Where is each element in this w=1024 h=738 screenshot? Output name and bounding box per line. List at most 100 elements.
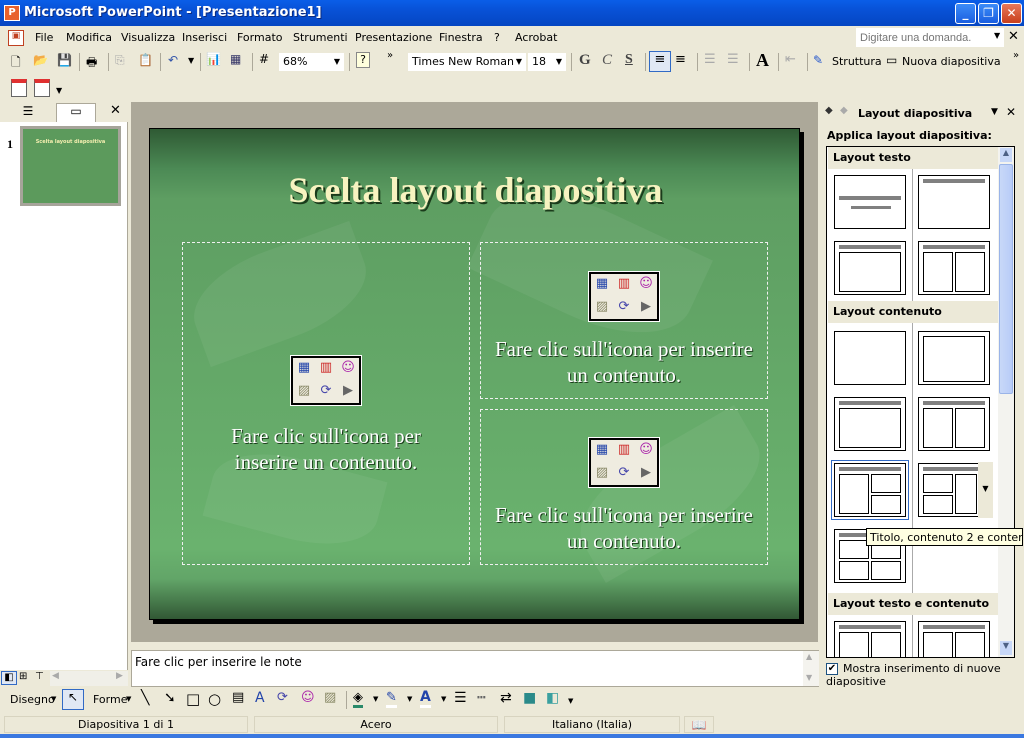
menu-acrobat[interactable]: Acrobat	[515, 31, 557, 44]
menu-inserisci[interactable]: Inserisci	[182, 31, 227, 44]
picture-icon[interactable]: ▨	[593, 465, 611, 481]
copy-icon[interactable]: ⎘	[115, 53, 125, 68]
notes-pane[interactable]: Fare clic per inserire le note	[131, 650, 819, 687]
clipart-tool-icon[interactable]: ☺	[301, 690, 315, 705]
layout-title-two-content[interactable]	[916, 395, 992, 453]
layout-title-two-text[interactable]	[916, 239, 992, 297]
menu-modifica[interactable]: Modifica	[66, 31, 112, 44]
line-style-icon[interactable]: ☰	[454, 690, 467, 706]
layout-title-2-content-content[interactable]: ▼	[916, 461, 993, 519]
wordart-tool-icon[interactable]: A	[255, 690, 265, 706]
dash-style-icon[interactable]: ┅	[477, 690, 485, 706]
content-placeholder-top-right[interactable]: ▦ ▥ ☺ ▨ ⟳ ▶ Fare clic sull'icona per ins…	[480, 242, 768, 399]
layout-title-content-text[interactable]	[916, 619, 992, 657]
checkbox[interactable]: ✔	[826, 663, 838, 675]
increase-font-icon[interactable]: A	[756, 50, 769, 71]
align-center-button[interactable]: ≡	[675, 52, 686, 67]
content-placeholder-bottom-right[interactable]: ▦ ▥ ☺ ▨ ⟳ ▶ Fare clic sull'icona per ins…	[480, 409, 768, 565]
arrow-style-icon[interactable]: ⇄	[500, 690, 512, 706]
zoom-combo[interactable]: 68% ▼	[279, 53, 344, 71]
table-icon[interactable]: ▦	[295, 360, 313, 376]
diagram-icon[interactable]: ⟳	[615, 465, 633, 481]
scroll-up-icon[interactable]: ▲	[1000, 148, 1012, 162]
design-button[interactable]: Struttura	[832, 55, 882, 68]
media-icon[interactable]: ▶	[637, 465, 655, 481]
scroll-up-icon[interactable]: ▲	[806, 652, 812, 661]
textbox-tool-icon[interactable]: ▤	[232, 690, 244, 705]
arrow-tool-icon[interactable]: ➘	[164, 690, 176, 706]
layout-title-content-2-content[interactable]	[832, 461, 908, 519]
scroll-down-icon[interactable]: ▼	[1000, 641, 1012, 655]
grid-icon[interactable]: #	[259, 52, 269, 66]
chevron-down-icon[interactable]: ▼	[56, 86, 62, 95]
autoshapes-menu-button[interactable]: Forme	[93, 693, 127, 706]
chevron-down-icon[interactable]: ▼	[407, 695, 412, 703]
clipart-icon[interactable]: ☺	[637, 442, 655, 458]
align-left-button[interactable]: ≡	[649, 51, 671, 72]
content-placeholder-left[interactable]: ▦ ▥ ☺ ▨ ⟳ ▶ Fare clic sull'icona per ins…	[182, 242, 470, 565]
print-icon[interactable]: 🖶	[86, 53, 97, 74]
undo-dropdown-icon[interactable]: ▼	[188, 56, 194, 65]
open-icon[interactable]: 📂	[33, 53, 48, 67]
normal-view-button[interactable]: ◧	[1, 671, 17, 685]
scroll-down-icon[interactable]: ▼	[806, 673, 812, 682]
ask-question-input[interactable]	[856, 28, 1004, 47]
new-icon[interactable]: 🗋	[11, 53, 21, 74]
table-icon[interactable]: ▦	[593, 442, 611, 458]
scrollbar-thumb[interactable]	[999, 164, 1013, 394]
3d-style-icon[interactable]: ◧	[546, 690, 559, 706]
layout-blank[interactable]	[832, 329, 908, 387]
task-pane-menu-icon[interactable]: ▼	[991, 107, 998, 117]
layout-title-text-content[interactable]	[832, 619, 908, 657]
media-icon[interactable]: ▶	[339, 383, 357, 399]
picture-icon[interactable]: ▨	[295, 383, 313, 399]
picture-tool-icon[interactable]: ▨	[324, 690, 336, 705]
font-name-combo[interactable]: Times New Roman ▼	[408, 53, 526, 71]
clipart-icon[interactable]: ☺	[637, 276, 655, 292]
chart-icon[interactable]: ▥	[317, 360, 335, 376]
layout-title-text[interactable]	[832, 239, 908, 297]
menu-presentazione[interactable]: Presentazione	[355, 31, 432, 44]
line-color-icon[interactable]: ✎	[386, 690, 397, 708]
chart-icon[interactable]: ▥	[615, 276, 633, 292]
shadow-style-icon[interactable]: ■	[523, 690, 536, 706]
design-icon[interactable]: ✎	[813, 53, 823, 67]
layout-content[interactable]	[916, 329, 992, 387]
numbering-icon[interactable]: ☰	[704, 52, 716, 67]
create-pdf-email-icon[interactable]	[34, 79, 50, 97]
insert-chart-icon[interactable]: 📊	[206, 52, 221, 66]
chart-icon[interactable]: ▥	[615, 442, 633, 458]
forward-arrow-icon[interactable]: ◆	[840, 105, 848, 116]
diagram-tool-icon[interactable]: ⟳	[277, 690, 288, 705]
save-icon[interactable]: 💾	[57, 53, 72, 67]
menu-help[interactable]: ?	[494, 31, 500, 44]
layout-title-slide[interactable]	[832, 173, 908, 231]
toolbar-options-icon[interactable]: »	[387, 50, 393, 61]
menu-finestra[interactable]: Finestra	[439, 31, 483, 44]
fill-color-icon[interactable]: ◈	[353, 690, 363, 708]
menu-formato[interactable]: Formato	[237, 31, 283, 44]
chevron-down-icon[interactable]: ▼	[331, 54, 343, 70]
slide-title[interactable]: Scelta layout diapositiva	[150, 169, 799, 211]
layout-title-content[interactable]	[832, 395, 908, 453]
chevron-down-icon[interactable]: ▼	[553, 54, 565, 70]
rectangle-tool-icon[interactable]: □	[186, 690, 200, 708]
shadow-button[interactable]: S	[625, 52, 633, 68]
chevron-down-icon[interactable]: ▼	[51, 695, 56, 703]
scroll-left-icon[interactable]: ◀	[52, 671, 59, 681]
close-pane-icon[interactable]: ✕	[110, 103, 121, 118]
clipart-icon[interactable]: ☺	[339, 360, 357, 376]
new-slide-icon[interactable]: ▭	[886, 53, 897, 67]
menu-strumenti[interactable]: Strumenti	[293, 31, 348, 44]
back-arrow-icon[interactable]: ◆	[825, 105, 833, 116]
notes-scrollbar[interactable]: ▲ ▼	[803, 651, 819, 686]
create-pdf-icon[interactable]	[11, 79, 27, 97]
draw-menu-button[interactable]: Disegno	[10, 693, 55, 706]
slides-tab[interactable]: ▭	[56, 103, 96, 122]
slide-sorter-button[interactable]: ⊞	[19, 671, 27, 682]
bullets-icon[interactable]: ☰	[727, 52, 739, 67]
spelling-status-icon[interactable]: 📖	[684, 716, 714, 733]
chevron-down-icon[interactable]: ▼	[441, 695, 446, 703]
table-icon[interactable]: ▦	[593, 276, 611, 292]
line-tool-icon[interactable]: ╲	[141, 690, 149, 706]
